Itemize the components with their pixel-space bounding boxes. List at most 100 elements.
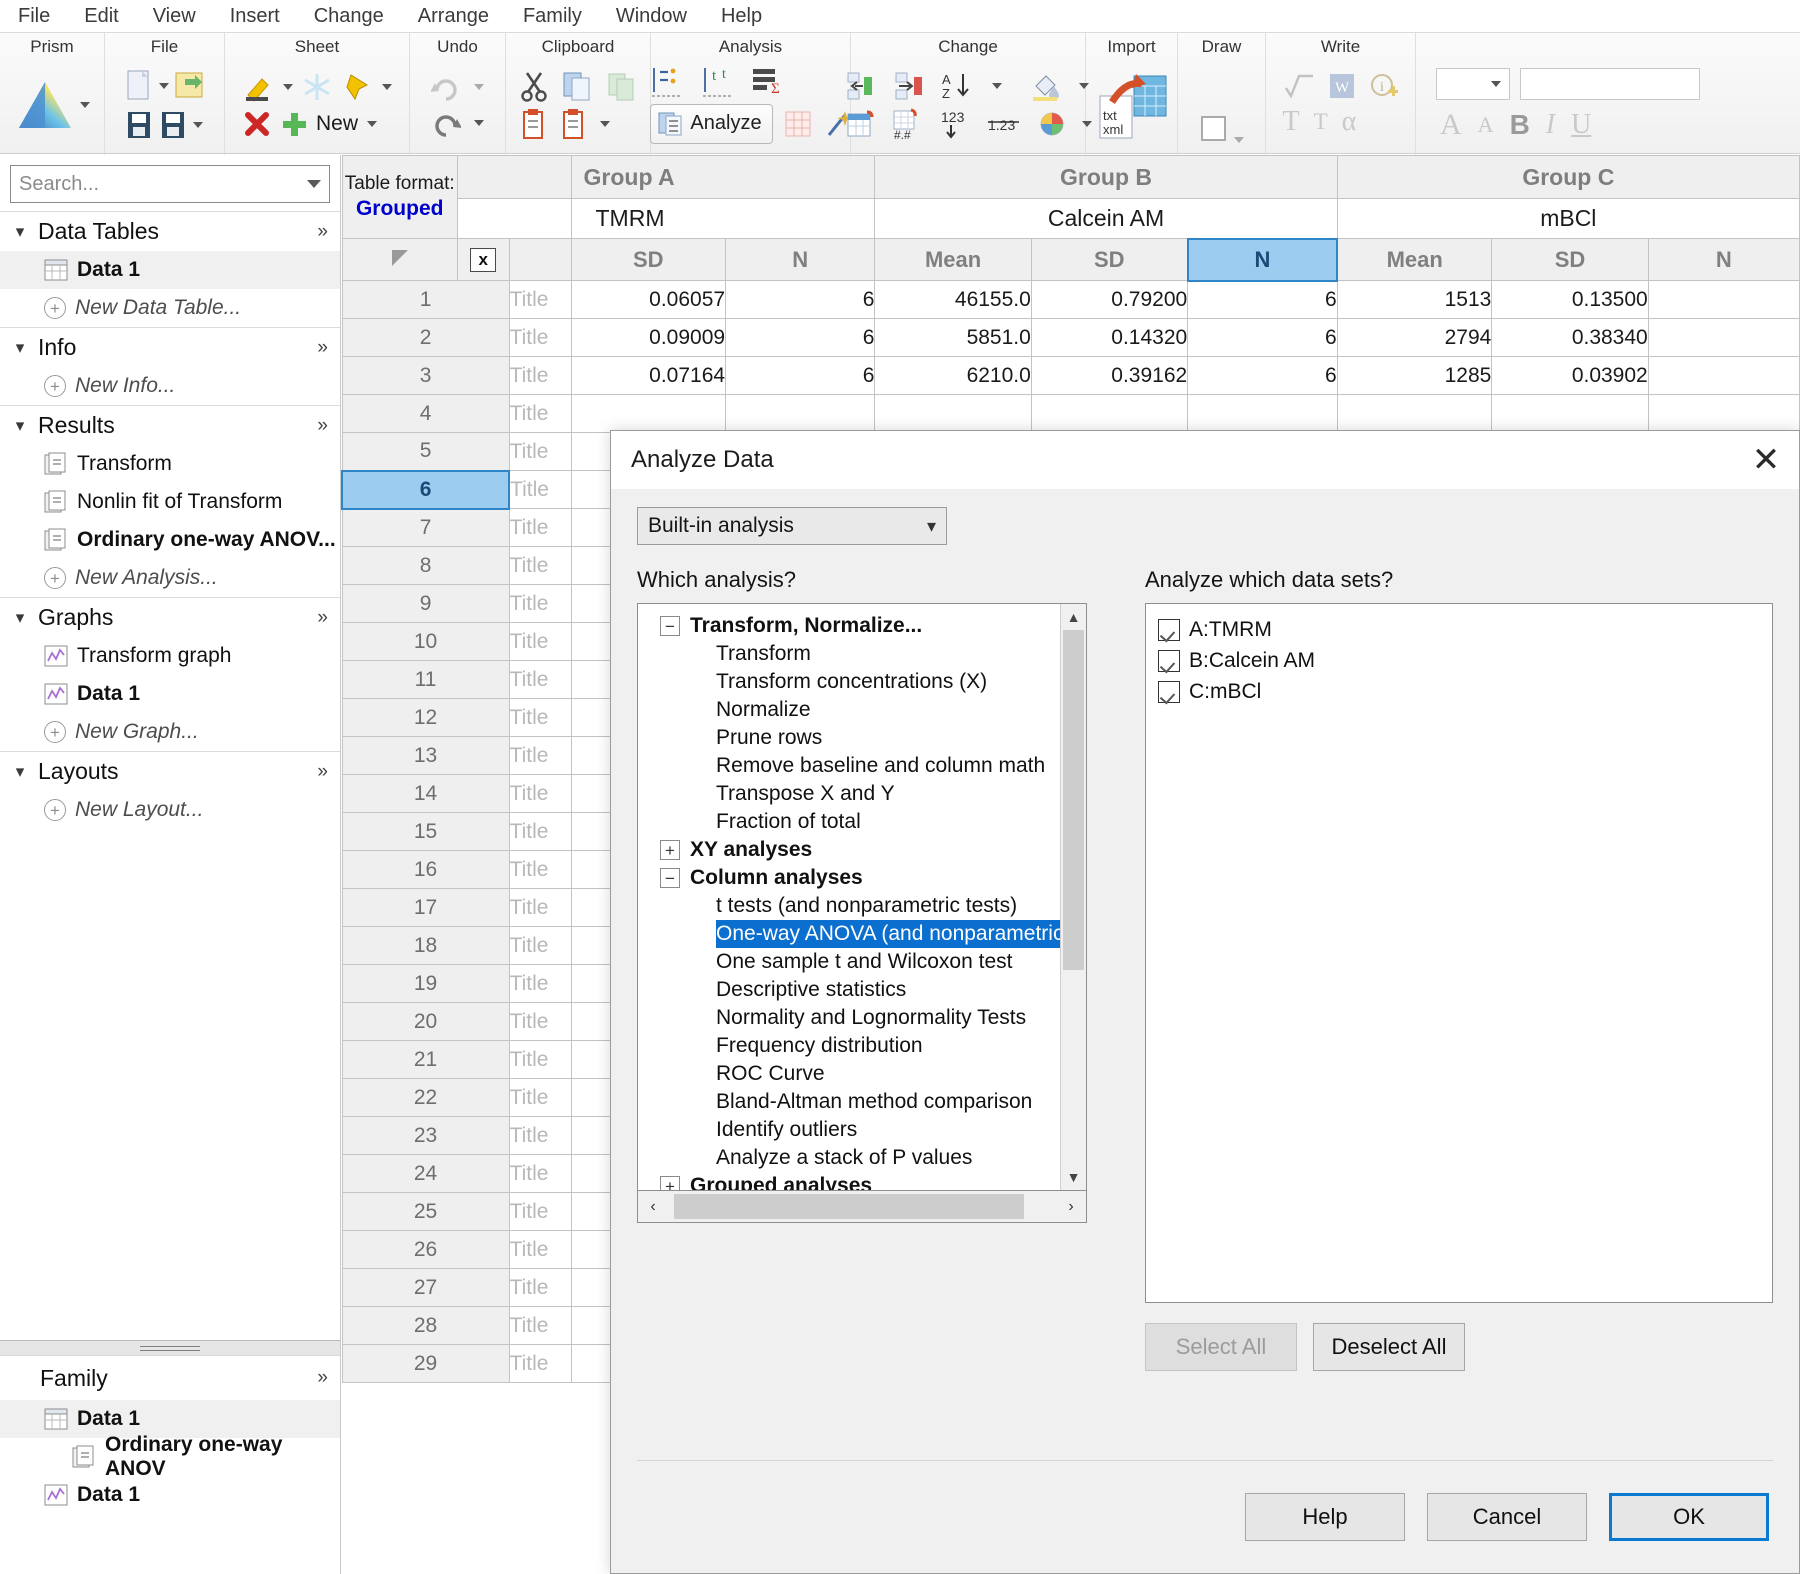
dataset-item-c-mbcl[interactable]: C:mBCl <box>1158 676 1772 707</box>
ttest-icon[interactable]: tt <box>700 66 734 98</box>
sidebar-section-graphs[interactable]: ▾ Graphs » <box>0 597 340 637</box>
row-number[interactable]: 8 <box>341 546 510 585</box>
row-title-cell[interactable]: Title <box>508 1116 572 1155</box>
subheader-0[interactable]: SD <box>570 238 727 281</box>
subheader-6[interactable]: SD <box>1491 238 1649 281</box>
data-cell[interactable]: 0.14320 <box>1030 318 1189 357</box>
row-title-cell[interactable]: Title <box>508 508 572 547</box>
checkbox-icon[interactable] <box>1158 649 1180 672</box>
fill-color-icon[interactable] <box>1028 70 1062 102</box>
analysis-group-column-analyses[interactable]: − Column analyses <box>638 864 1060 892</box>
color-scheme-icon[interactable] <box>1037 109 1067 139</box>
group-header-group-a[interactable]: Group A <box>570 155 876 199</box>
row-title-cell[interactable]: Title <box>508 812 572 851</box>
data-cell[interactable]: 6 <box>725 356 876 395</box>
insert-column-left-icon[interactable] <box>845 71 877 101</box>
sidebar-item-new-graph[interactable]: + New Graph... <box>0 713 340 751</box>
group-header-group-b[interactable]: Group B <box>874 155 1338 199</box>
dataset-item-a-tmrm[interactable]: A:TMRM <box>1158 614 1772 645</box>
analysis-option-transform-concentrations-x[interactable]: Transform concentrations (X) <box>638 668 1060 696</box>
data-cell[interactable]: 6 <box>725 318 876 357</box>
group-title-calcein-am[interactable]: Calcein AM <box>874 198 1338 239</box>
sidebar-item-data-1[interactable]: Data 1 <box>0 251 340 289</box>
analysis-option-t-tests-and-nonparametric-tests[interactable]: t tests (and nonparametric tests) <box>638 892 1060 920</box>
pin-caret-icon[interactable] <box>382 83 392 90</box>
row-number[interactable]: 27 <box>341 1268 510 1307</box>
save-caret-icon[interactable] <box>193 121 203 128</box>
data-cell[interactable] <box>725 394 876 433</box>
select-all-button[interactable]: Select All <box>1145 1323 1297 1371</box>
analysis-tree-vscrollbar[interactable]: ▲ ▼ <box>1060 604 1086 1190</box>
import-data-icon[interactable]: txt xml <box>1094 68 1170 142</box>
subheader-4[interactable]: N <box>1186 237 1339 282</box>
data-cell[interactable]: 5851.0 <box>874 318 1032 357</box>
expander-icon[interactable]: − <box>660 616 680 636</box>
delete-sheet-icon[interactable] <box>242 109 272 139</box>
table-format-cell[interactable]: Table format: Grouped <box>341 155 458 239</box>
row-number[interactable]: 5 <box>341 432 510 471</box>
data-cell[interactable] <box>1647 394 1800 433</box>
panel-splitter[interactable] <box>0 1340 340 1356</box>
data-cell[interactable] <box>1491 394 1649 433</box>
row-number[interactable]: 25 <box>341 1192 510 1231</box>
data-cell[interactable]: 0.07164 <box>570 356 727 395</box>
analysis-option-identify-outliers[interactable]: Identify outliers <box>638 1116 1060 1144</box>
row-title-cell[interactable]: Title <box>508 432 572 471</box>
data-cell[interactable]: 0.38340 <box>1491 318 1649 357</box>
data-cell[interactable]: 6 <box>1187 318 1338 357</box>
data-cell[interactable]: 0.03902 <box>1491 356 1649 395</box>
data-cell[interactable]: 6 <box>725 280 876 319</box>
menu-change[interactable]: Change <box>310 3 388 30</box>
font-name-input[interactable] <box>1520 67 1700 100</box>
hide-column-cell[interactable]: x <box>456 238 510 281</box>
row-number[interactable]: 26 <box>341 1230 510 1269</box>
scroll-down-icon[interactable]: ▼ <box>1061 1164 1086 1190</box>
data-cell[interactable]: 0.06057 <box>570 280 727 319</box>
row-title-cell[interactable]: Title <box>508 318 572 357</box>
new-sheet-caret-icon[interactable] <box>367 120 378 127</box>
data-cell[interactable] <box>1647 356 1800 395</box>
analyze-button[interactable]: Analyze <box>650 103 773 144</box>
vscroll-thumb[interactable] <box>1063 630 1084 970</box>
row-number[interactable]: 21 <box>341 1040 510 1079</box>
row-title-cell[interactable]: Title <box>508 1192 572 1231</box>
analysis-option-normality-and-lognormality-tests[interactable]: Normality and Lognormality Tests <box>638 1004 1060 1032</box>
vscroll-track[interactable] <box>1061 630 1086 1164</box>
new-file-icon[interactable] <box>124 69 154 103</box>
hscroll-track[interactable] <box>668 1191 1056 1222</box>
data-cell[interactable] <box>874 394 1032 433</box>
analysis-option-analyze-a-stack-of-p-values[interactable]: Analyze a stack of P values <box>638 1144 1060 1172</box>
scroll-up-icon[interactable]: ▲ <box>1061 604 1086 630</box>
hscroll-thumb[interactable] <box>674 1194 1024 1219</box>
search-input[interactable]: Search... <box>10 165 330 203</box>
analysis-group-transform-normalize[interactable]: − Transform, Normalize... <box>638 612 1060 640</box>
dataset-item-b-calcein-am[interactable]: B:Calcein AM <box>1158 645 1772 676</box>
close-icon[interactable]: ✕ <box>1733 431 1799 489</box>
menu-view[interactable]: View <box>149 3 200 30</box>
expander-icon[interactable]: + <box>660 1176 680 1190</box>
section-overflow-icon[interactable]: » <box>317 761 328 783</box>
row-number[interactable]: 23 <box>341 1116 510 1155</box>
sidebar-item-new-info[interactable]: + New Info... <box>0 367 340 405</box>
sidebar-section-layouts[interactable]: ▾ Layouts » <box>0 751 340 791</box>
expander-icon[interactable]: − <box>660 868 680 888</box>
sidebar-item-data-1[interactable]: Data 1 <box>0 675 340 713</box>
interpolate-icon[interactable] <box>650 66 684 98</box>
undo-caret-icon[interactable] <box>474 119 484 126</box>
cancel-button[interactable]: Cancel <box>1427 1493 1587 1541</box>
analysis-option-remove-baseline-and-column-math[interactable]: Remove baseline and column math <box>638 752 1060 780</box>
row-title-cell[interactable]: Title <box>508 622 572 661</box>
row-number[interactable]: 29 <box>341 1344 510 1383</box>
menu-family[interactable]: Family <box>519 3 586 30</box>
row-number[interactable]: 20 <box>341 1002 510 1041</box>
select-all-corner[interactable] <box>341 238 458 281</box>
data-cell[interactable] <box>1030 394 1189 433</box>
decimal-places-icon[interactable]: #.# <box>891 108 925 140</box>
data-cell[interactable] <box>1647 318 1800 357</box>
row-number[interactable]: 7 <box>341 508 510 547</box>
new-sheet-label[interactable]: New <box>316 112 358 136</box>
data-cell[interactable]: 1285 <box>1336 356 1493 395</box>
menu-window[interactable]: Window <box>612 3 691 30</box>
analysis-option-roc-curve[interactable]: ROC Curve <box>638 1060 1060 1088</box>
row-number[interactable]: 28 <box>341 1306 510 1345</box>
